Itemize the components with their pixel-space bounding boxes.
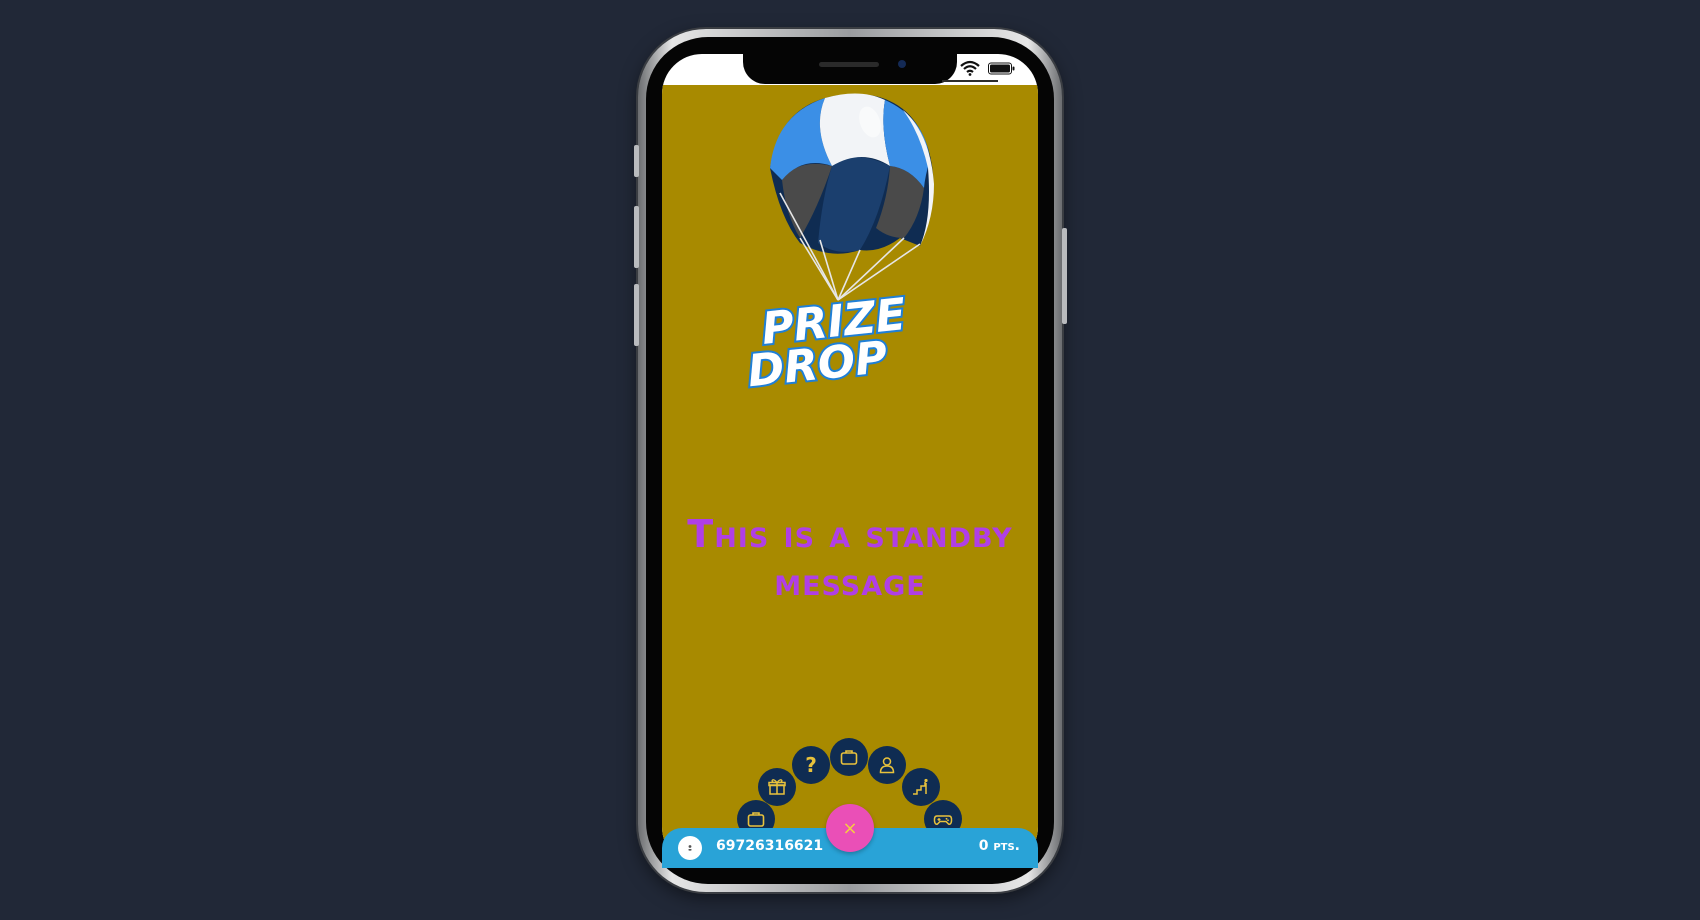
menu-leaderboard-button[interactable] xyxy=(902,768,940,806)
power-button xyxy=(1062,228,1067,324)
parachute-icon xyxy=(770,93,934,301)
avatar[interactable] xyxy=(678,836,702,860)
mute-switch xyxy=(634,145,639,177)
menu-shop-button[interactable] xyxy=(830,738,868,776)
menu-help-button[interactable]: ? xyxy=(792,746,830,784)
volume-up-button xyxy=(634,206,639,268)
status-indicator xyxy=(942,80,998,82)
volume-down-button xyxy=(634,284,639,346)
leaderboard-icon xyxy=(913,778,928,795)
status-bar xyxy=(950,58,1030,78)
gamepad-icon xyxy=(933,815,953,825)
front-camera xyxy=(898,60,906,68)
briefcase-icon xyxy=(747,812,765,827)
notch xyxy=(743,50,957,84)
close-icon: × xyxy=(842,817,858,839)
logo-wordmark: PRIZE DROP xyxy=(743,287,910,399)
gift-icon xyxy=(768,779,786,795)
battery-icon xyxy=(988,62,1015,75)
menu-gift-button[interactable] xyxy=(758,768,796,806)
help-icon: ? xyxy=(805,753,817,777)
speaker xyxy=(819,62,879,67)
menu-profile-button[interactable] xyxy=(868,746,906,784)
standby-message: This is a standby message xyxy=(687,512,1013,604)
user-icon xyxy=(688,845,692,851)
wifi-icon xyxy=(960,60,980,76)
briefcase-icon xyxy=(840,750,858,765)
prize-drop-logo: PRIZE DROP xyxy=(743,93,934,399)
user-phone-number: 69726316621 xyxy=(716,838,824,854)
points-counter: 0 pts. xyxy=(978,838,1020,854)
close-menu-button[interactable]: × xyxy=(826,804,874,852)
user-icon xyxy=(879,757,895,774)
